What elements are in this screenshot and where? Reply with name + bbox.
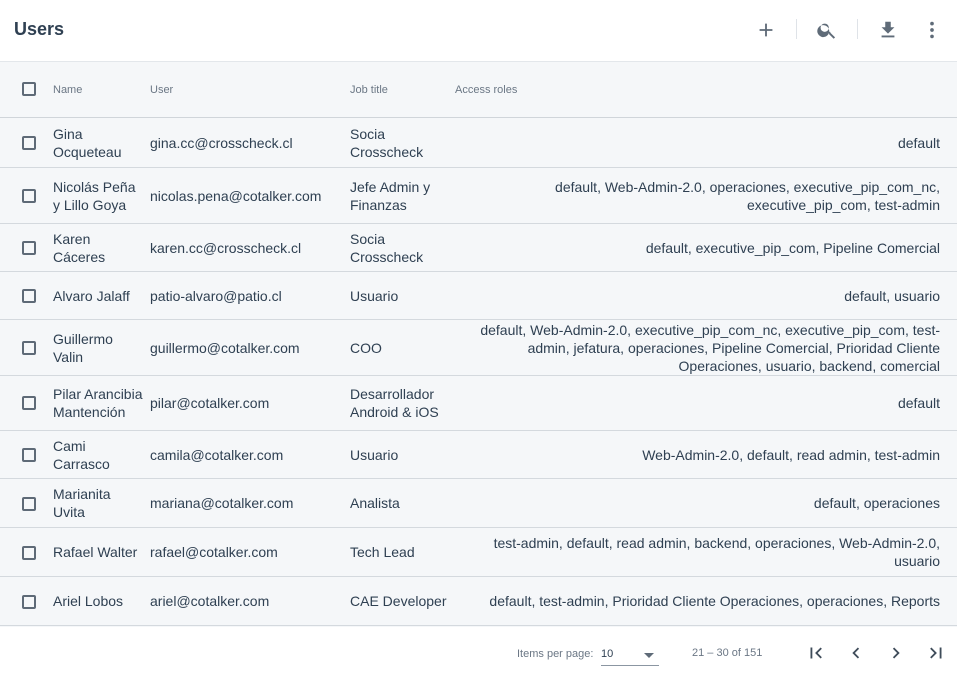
access-roles: default, usuario: [844, 287, 940, 304]
user-email: karen.cc@crosscheck.cl: [150, 239, 302, 256]
user-name: Nicolás Peña y Lillo Goya: [53, 178, 136, 213]
job-title: Desarrollador Android & iOS: [350, 386, 439, 420]
table-row[interactable]: Gina Ocqueteau gina.cc@crosscheck.cl Soc…: [0, 118, 957, 168]
toolbar-divider: [857, 19, 858, 39]
job-title: Jefe Admin y Finanzas: [350, 178, 431, 213]
row-checkbox[interactable]: [22, 241, 36, 255]
table-row[interactable]: Nicolás Peña y Lillo Goya nicolas.pena@c…: [0, 168, 957, 224]
user-email: pilar@cotalker.com: [150, 395, 270, 411]
access-roles: default, test-admin, Prioridad Cliente O…: [489, 593, 940, 609]
access-roles: default, operaciones: [813, 495, 940, 511]
search-button[interactable]: [811, 14, 843, 46]
table-row[interactable]: Rafael Walter rafael@cotalker.com Tech L…: [0, 528, 957, 577]
table-row[interactable]: Ariel Lobos ariel@cotalker.com CAE Devel…: [0, 577, 957, 626]
paginator: Items per page: 10 21 – 30 of 151: [0, 627, 957, 673]
user-email: ariel@cotalker.com: [150, 593, 270, 609]
row-checkbox[interactable]: [22, 189, 36, 203]
user-name: Gina Ocqueteau: [53, 125, 122, 160]
row-checkbox[interactable]: [22, 396, 36, 410]
toolbar-divider: [796, 19, 797, 39]
last-page-icon: [930, 647, 942, 659]
access-roles: default: [897, 395, 940, 411]
table-row[interactable]: Marianita Uvita mariana@cotalker.com Ana…: [0, 479, 957, 528]
previous-page-icon: [852, 647, 860, 659]
download-icon: [881, 21, 895, 38]
user-email: guillermo@cotalker.com: [150, 339, 300, 356]
more-options-button[interactable]: [916, 14, 948, 46]
user-email: camila@cotalker.com: [150, 446, 284, 463]
job-title: Socia Crosscheck: [350, 230, 424, 265]
job-title: CAE Developer: [350, 593, 447, 609]
job-title: Analista: [350, 495, 400, 511]
download-button[interactable]: [872, 14, 904, 46]
job-title: Usuario: [350, 446, 399, 463]
user-name: Marianita Uvita: [53, 486, 111, 520]
column-header-access-roles[interactable]: Access roles: [455, 83, 517, 97]
table-row[interactable]: Karen Cáceres karen.cc@crosscheck.cl Soc…: [0, 224, 957, 272]
job-title: Socia Crosscheck: [350, 125, 424, 160]
table-header: Name User Job title Access roles: [0, 62, 957, 118]
column-header-user[interactable]: User: [150, 83, 173, 97]
row-checkbox[interactable]: [22, 136, 36, 150]
table-row[interactable]: Guillermo Valin guillermo@cotalker.com C…: [0, 320, 957, 376]
items-per-page-select[interactable]: 10: [601, 645, 659, 666]
table-row[interactable]: Cami Carrasco camila@cotalker.com Usuari…: [0, 431, 957, 479]
user-email: mariana@cotalker.com: [150, 495, 294, 511]
row-checkbox[interactable]: [22, 546, 36, 560]
access-roles: test-admin, default, read admin, backend…: [493, 535, 940, 569]
first-page-button[interactable]: [803, 640, 829, 666]
user-email: rafael@cotalker.com: [150, 544, 278, 560]
users-table: Name User Job title Access roles Gina Oc…: [0, 61, 957, 627]
page-range-label: 21 – 30 of 151: [692, 647, 763, 659]
row-checkbox[interactable]: [22, 595, 36, 609]
access-roles: default, Web-Admin-2.0, executive_pip_co…: [480, 321, 940, 374]
job-title: Tech Lead: [350, 544, 415, 560]
user-name: Pilar Arancibia Mantención: [53, 386, 143, 420]
column-header-job-title[interactable]: Job title: [350, 83, 388, 97]
user-name: Cami Carrasco: [53, 437, 110, 472]
user-name: Rafael Walter: [53, 544, 138, 560]
access-roles: default, executive_pip_com, Pipeline Com…: [645, 239, 940, 256]
add-user-button[interactable]: [750, 14, 782, 46]
dropdown-caret-icon: [644, 653, 654, 658]
page-title: Users: [14, 19, 65, 39]
last-page-button[interactable]: [923, 640, 949, 666]
select-all-checkbox[interactable]: [22, 82, 36, 96]
next-page-button[interactable]: [883, 640, 909, 666]
top-toolbar: Users: [0, 0, 957, 60]
user-email: gina.cc@crosscheck.cl: [150, 134, 293, 151]
row-checkbox[interactable]: [22, 497, 36, 511]
search-icon: [817, 23, 836, 39]
access-roles: Web-Admin-2.0, default, read admin, test…: [642, 446, 940, 463]
access-roles: default, Web-Admin-2.0, operaciones, exe…: [555, 178, 940, 213]
user-name: Guillermo Valin: [53, 330, 113, 365]
user-name: Ariel Lobos: [53, 593, 124, 609]
user-email: patio-alvaro@patio.cl: [150, 287, 282, 304]
job-title: Usuario: [350, 287, 399, 304]
more-vert-icon: [930, 21, 934, 39]
table-row[interactable]: Pilar Arancibia Mantención pilar@cotalke…: [0, 376, 957, 431]
row-checkbox[interactable]: [22, 289, 36, 303]
add-icon: [759, 23, 773, 37]
user-email: nicolas.pena@cotalker.com: [150, 187, 322, 204]
next-page-icon: [892, 647, 900, 659]
previous-page-button[interactable]: [843, 640, 869, 666]
user-name: Karen Cáceres: [53, 230, 106, 265]
items-per-page-label: Items per page:: [517, 648, 594, 660]
column-header-name[interactable]: Name: [53, 83, 82, 97]
row-checkbox[interactable]: [22, 341, 36, 355]
first-page-icon: [810, 647, 822, 659]
row-checkbox[interactable]: [22, 448, 36, 462]
access-roles: default: [897, 134, 940, 151]
items-per-page-value: 10: [601, 648, 614, 660]
table-row[interactable]: Alvaro Jalaff patio-alvaro@patio.cl Usua…: [0, 272, 957, 320]
user-name: Alvaro Jalaff: [53, 287, 130, 304]
job-title: COO: [350, 339, 382, 356]
